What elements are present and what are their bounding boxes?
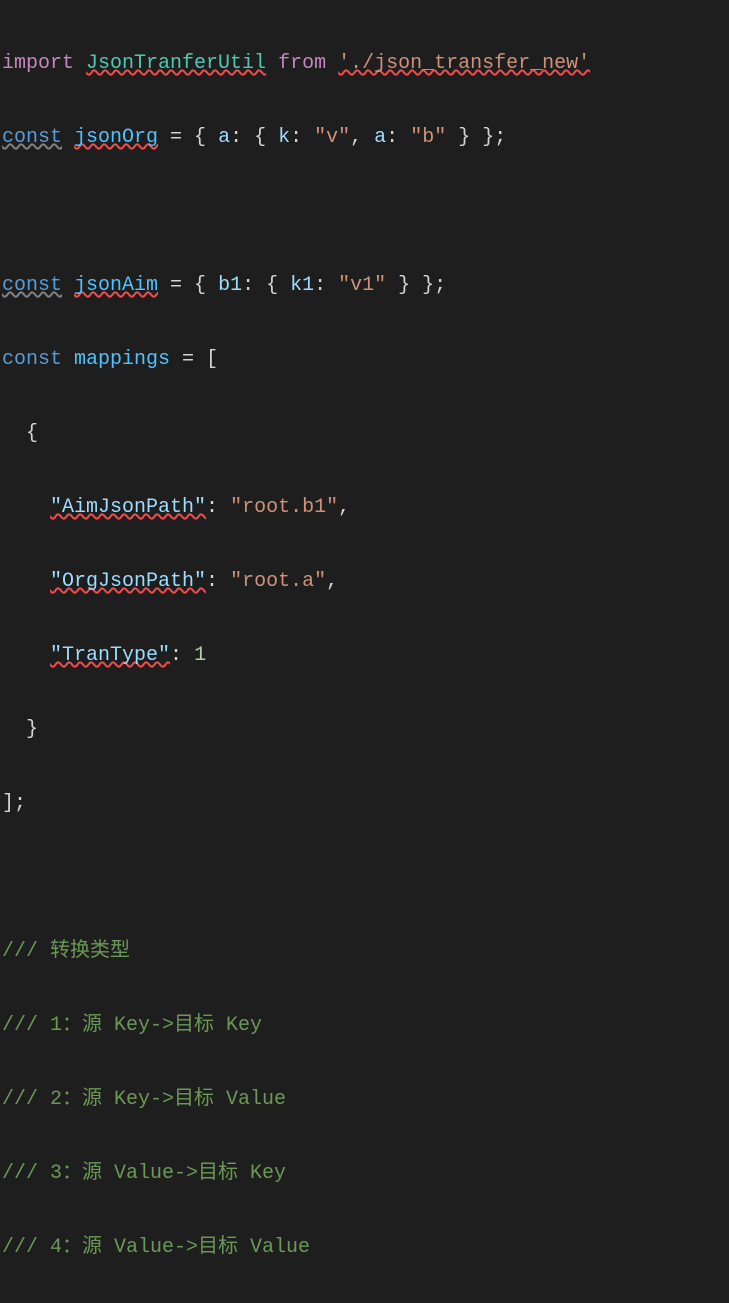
code-line-1: import JsonTranferUtil from './json_tran… bbox=[2, 45, 729, 82]
code-line-5: const mappings = [ bbox=[2, 341, 729, 378]
code-line-10: } bbox=[2, 711, 729, 748]
punct: = { bbox=[158, 126, 218, 149]
code-line-11: ]; bbox=[2, 785, 729, 822]
punct: = [ bbox=[170, 348, 218, 371]
punct: : bbox=[206, 496, 230, 519]
punct: : bbox=[314, 274, 338, 297]
code-line-8: "OrgJsonPath": "root.a", bbox=[2, 563, 729, 600]
punct: } }; bbox=[446, 126, 506, 149]
code-line-empty bbox=[2, 859, 729, 896]
string-v: "v" bbox=[314, 126, 350, 149]
bracket-close: ]; bbox=[2, 792, 26, 815]
code-line-7: "AimJsonPath": "root.b1", bbox=[2, 489, 729, 526]
punct: } }; bbox=[386, 274, 446, 297]
code-line-4: const jsonAim = { b1: { k1: "v1" } }; bbox=[2, 267, 729, 304]
indent bbox=[2, 496, 50, 519]
key-aimjsonpath: "AimJsonPath" bbox=[50, 496, 206, 519]
punct: : { bbox=[230, 126, 278, 149]
val-roota: "root.a" bbox=[230, 570, 326, 593]
punct: : bbox=[170, 644, 194, 667]
keyword-const: const bbox=[2, 126, 62, 149]
indent bbox=[2, 570, 50, 593]
punct: = { bbox=[158, 274, 218, 297]
class-identifier: JsonTranferUtil bbox=[86, 52, 266, 75]
comment: /// 2：源 Key->目标 Value bbox=[2, 1088, 286, 1111]
prop-a2: a bbox=[374, 126, 386, 149]
key-trantype: "TranType" bbox=[50, 644, 170, 667]
brace-close: } bbox=[2, 718, 38, 741]
var-mappings: mappings bbox=[74, 348, 170, 371]
key-orgjsonpath: "OrgJsonPath" bbox=[50, 570, 206, 593]
import-path: './json_transfer_new' bbox=[338, 52, 590, 75]
punct: : bbox=[206, 570, 230, 593]
keyword-import: import bbox=[2, 52, 74, 75]
brace-open: { bbox=[2, 422, 38, 445]
comment: /// 4：源 Value->目标 Value bbox=[2, 1236, 310, 1259]
comment-line-5: /// 4：源 Value->目标 Value bbox=[2, 1229, 729, 1266]
prop-a: a bbox=[218, 126, 230, 149]
keyword-from: from bbox=[278, 52, 326, 75]
punct: : { bbox=[242, 274, 290, 297]
val-one: 1 bbox=[194, 644, 206, 667]
code-line-6: { bbox=[2, 415, 729, 452]
code-line-empty bbox=[2, 193, 729, 230]
var-jsonorg: jsonOrg bbox=[74, 126, 158, 149]
prop-b1: b1 bbox=[218, 274, 242, 297]
code-line-9: "TranType": 1 bbox=[2, 637, 729, 674]
keyword-const: const bbox=[2, 348, 62, 371]
keyword-const: const bbox=[2, 274, 62, 297]
string-b: "b" bbox=[410, 126, 446, 149]
comment-line-3: /// 2：源 Key->目标 Value bbox=[2, 1081, 729, 1118]
comment-line-1: /// 转换类型 bbox=[2, 933, 729, 970]
comment: /// 1：源 Key->目标 Key bbox=[2, 1014, 262, 1037]
punct: : bbox=[386, 126, 410, 149]
comment-line-2: /// 1：源 Key->目标 Key bbox=[2, 1007, 729, 1044]
code-line-2: const jsonOrg = { a: { k: "v", a: "b" } … bbox=[2, 119, 729, 156]
comment-line-4: /// 3：源 Value->目标 Key bbox=[2, 1155, 729, 1192]
string-v1: "v1" bbox=[338, 274, 386, 297]
val-rootb1: "root.b1" bbox=[230, 496, 338, 519]
comment: /// 3：源 Value->目标 Key bbox=[2, 1162, 286, 1185]
prop-k1: k1 bbox=[290, 274, 314, 297]
comment: /// 转换类型 bbox=[2, 940, 130, 963]
punct: , bbox=[326, 570, 338, 593]
indent bbox=[2, 644, 50, 667]
punct: , bbox=[350, 126, 374, 149]
var-jsonaim: jsonAim bbox=[74, 274, 158, 297]
code-editor[interactable]: import JsonTranferUtil from './json_tran… bbox=[0, 8, 729, 1303]
punct: : bbox=[290, 126, 314, 149]
prop-k: k bbox=[278, 126, 290, 149]
punct: , bbox=[338, 496, 350, 519]
